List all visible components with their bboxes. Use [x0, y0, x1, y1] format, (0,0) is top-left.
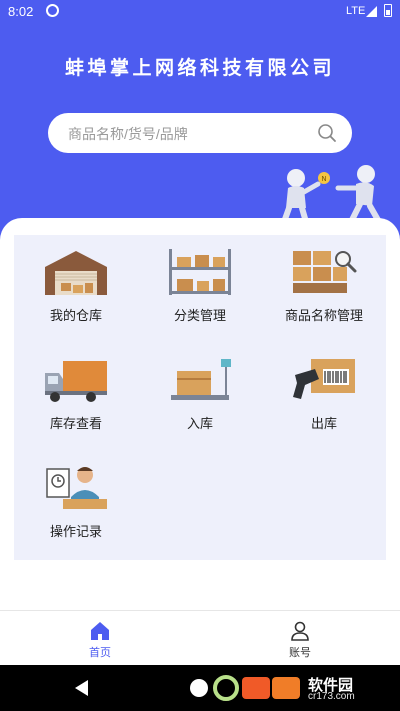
goods-search-icon [293, 251, 357, 293]
menu-item-warehouse[interactable]: 我的仓库 [14, 235, 138, 343]
search-placeholder: 商品名称/货号/品牌 [68, 126, 188, 142]
user-icon [291, 621, 309, 641]
signal-icon [366, 6, 377, 17]
home-icon [91, 622, 109, 640]
tab-account[interactable]: 账号 [200, 611, 400, 666]
tab-home[interactable]: 首页 [0, 611, 200, 666]
network-type: LTE [346, 5, 366, 17]
search-icon[interactable] [316, 122, 338, 144]
menu-item-label: 商品名称管理 [284, 308, 363, 323]
menu-item-goods-name[interactable]: 商品名称管理 [262, 235, 386, 343]
scale-icon [171, 359, 231, 400]
back-icon[interactable] [75, 680, 88, 696]
search-input[interactable]: 商品名称/货号/品牌 [48, 113, 352, 153]
battery-icon [384, 4, 392, 17]
menu-item-label: 入库 [186, 416, 213, 431]
truck-icon [45, 361, 107, 402]
menu-item-operation-log[interactable]: 操作记录 [14, 451, 138, 559]
home-circle-icon[interactable] [190, 679, 208, 697]
menu-item-label: 我的仓库 [49, 308, 102, 323]
system-navigation-bar: 软件园 cr173.com [0, 665, 400, 711]
header-banner: 8:02 LTE 蚌埠掌上网络科技有限公司 商品名称/货号/品牌 N [0, 0, 400, 250]
menu-item-inventory[interactable]: 库存查看 [14, 343, 138, 451]
watermark-logo: 软件园 cr173.com [212, 669, 392, 707]
scanner-icon [293, 359, 355, 399]
tab-account-label: 账号 [289, 647, 311, 659]
status-time: 8:02 [8, 4, 34, 19]
tab-home-label: 首页 [89, 647, 111, 659]
menu-item-label: 库存查看 [49, 416, 102, 431]
bottom-tab-bar: 首页 账号 [0, 610, 400, 665]
menu-item-label: 分类管理 [173, 308, 226, 323]
warehouse-icon [45, 251, 107, 295]
watermark-domain: cr173.com [308, 691, 355, 702]
sync-icon [46, 4, 59, 17]
page-title: 蚌埠掌上网络科技有限公司 [64, 58, 335, 79]
menu-item-label: 操作记录 [49, 524, 102, 539]
worker-record-icon [46, 467, 107, 509]
status-bar: 8:02 LTE [0, 0, 400, 24]
svg-text:N: N [321, 175, 326, 183]
menu-grid: 我的仓库 分类管理 商品名称管理 库存查看 入库 出库 操作记录 [14, 235, 386, 560]
menu-item-outbound[interactable]: 出库 [262, 343, 386, 451]
menu-item-category[interactable]: 分类管理 [138, 235, 262, 343]
menu-item-label: 出库 [310, 416, 337, 431]
menu-item-inbound[interactable]: 入库 [138, 343, 262, 451]
watermark-emblem-icon [213, 675, 300, 701]
shelf-icon [169, 249, 231, 295]
